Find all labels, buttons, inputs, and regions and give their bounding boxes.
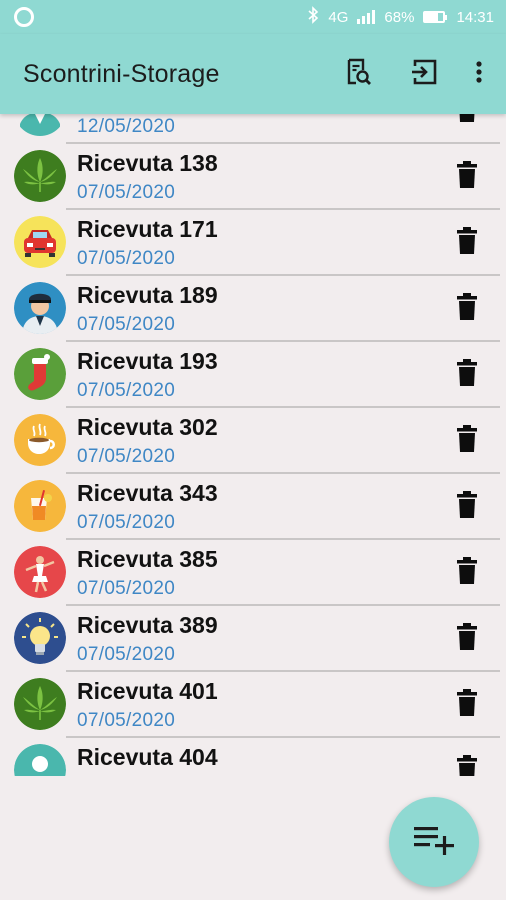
delete-receipt-button[interactable]: [450, 160, 484, 194]
receipt-title: Ricevuta 302: [77, 414, 218, 440]
delete-receipt-button[interactable]: [450, 622, 484, 656]
receipt-date: 07/05/2020: [77, 710, 176, 731]
receipt-row[interactable]: Ricevuta 385 07/05/2020: [0, 540, 506, 606]
receipt-row[interactable]: Ricevuta 193 07/05/2020: [0, 342, 506, 408]
trash-icon: [456, 292, 478, 326]
receipt-row[interactable]: Ricevuta 138 07/05/2020: [0, 144, 506, 210]
receipt-title: Ricevuta 193: [77, 348, 218, 374]
trash-icon: [456, 358, 478, 392]
receipt-date: 07/05/2020: [77, 248, 176, 269]
receipt-title: Ricevuta 171: [77, 216, 218, 242]
trash-icon: [456, 688, 478, 722]
receipt-avatar-doctor: [14, 114, 66, 136]
receipt-date: 07/05/2020: [77, 512, 176, 533]
trash-icon: [456, 424, 478, 458]
receipt-row[interactable]: Ricevuta 343 07/05/2020: [0, 474, 506, 540]
receipt-row[interactable]: Ricevuta 302 07/05/2020: [0, 408, 506, 474]
trash-icon: [456, 754, 478, 776]
delete-receipt-button[interactable]: [450, 358, 484, 392]
more-vert-icon: [475, 60, 483, 89]
receipt-avatar-leaf: [14, 678, 66, 730]
delete-receipt-button[interactable]: [450, 226, 484, 260]
trash-icon: [456, 556, 478, 590]
receipt-date: 12/05/2020: [77, 116, 176, 137]
trash-icon: [456, 160, 478, 194]
receipt-row[interactable]: Ricevuta 189 07/05/2020: [0, 276, 506, 342]
receipt-title: Ricevuta 385: [77, 546, 218, 572]
receipt-avatar-police: [14, 282, 66, 334]
bluetooth-icon: [307, 6, 319, 28]
receipt-avatar-stocking: [14, 348, 66, 400]
search-receipt-icon: [343, 57, 373, 92]
playlist-add-icon: [412, 822, 456, 863]
receipt-date: 07/05/2020: [77, 644, 176, 665]
receipt-avatar-coffee: [14, 414, 66, 466]
receipt-date: 07/05/2020: [77, 578, 176, 599]
more-options-button[interactable]: [464, 54, 494, 94]
receipt-date: 07/05/2020: [77, 314, 176, 335]
exit-icon: [409, 57, 439, 92]
battery-percent: 68%: [384, 8, 415, 26]
receipt-avatar-partial: [14, 744, 66, 776]
clock: 14:31: [456, 8, 494, 26]
exit-button[interactable]: [404, 54, 444, 94]
add-receipt-fab[interactable]: [389, 797, 479, 887]
receipt-date: 07/05/2020: [77, 182, 176, 203]
receipt-title: Ricevuta 343: [77, 480, 218, 506]
trash-icon: [456, 226, 478, 260]
delete-receipt-button[interactable]: [450, 424, 484, 458]
receipt-avatar-dancer: [14, 546, 66, 598]
status-bar: 4G 68% 14:31: [0, 0, 506, 34]
receipt-title: Ricevuta 404: [77, 744, 218, 770]
trash-icon: [456, 114, 478, 128]
receipt-row[interactable]: Ricevuta 389 07/05/2020: [0, 606, 506, 672]
delete-receipt-button[interactable]: [450, 688, 484, 722]
trash-icon: [456, 622, 478, 656]
receipt-date: 07/05/2020: [77, 446, 176, 467]
search-receipt-button[interactable]: [338, 54, 378, 94]
receipt-avatar-drink: [14, 480, 66, 532]
receipt-row[interactable]: Ricevuta 171 07/05/2020: [0, 210, 506, 276]
receipt-row[interactable]: 12/05/2020: [0, 114, 506, 144]
network-label: 4G: [328, 8, 349, 26]
delete-receipt-button[interactable]: [450, 114, 484, 128]
signal-icon: [357, 10, 376, 24]
receipt-avatar-bulb: [14, 612, 66, 664]
receipt-avatar-leaf: [14, 150, 66, 202]
receipt-title: Ricevuta 189: [77, 282, 218, 308]
app-title: Scontrini-Storage: [23, 59, 220, 88]
app-bar: Scontrini-Storage: [0, 34, 506, 114]
trash-icon: [456, 490, 478, 524]
receipt-row[interactable]: Ricevuta 404: [0, 738, 506, 776]
receipt-title: Ricevuta 401: [77, 678, 218, 704]
receipt-title: Ricevuta 138: [77, 150, 218, 176]
battery-charging-icon: [423, 11, 448, 23]
receipt-list[interactable]: 12/05/2020 Ricevuta 138 07/05/2020 Ricev…: [0, 114, 506, 776]
app-ring-icon: [14, 7, 34, 27]
delete-receipt-button[interactable]: [450, 754, 484, 776]
delete-receipt-button[interactable]: [450, 292, 484, 326]
receipt-avatar-car: [14, 216, 66, 268]
delete-receipt-button[interactable]: [450, 556, 484, 590]
receipt-date: 07/05/2020: [77, 380, 176, 401]
delete-receipt-button[interactable]: [450, 490, 484, 524]
receipt-row[interactable]: Ricevuta 401 07/05/2020: [0, 672, 506, 738]
receipt-title: Ricevuta 389: [77, 612, 218, 638]
